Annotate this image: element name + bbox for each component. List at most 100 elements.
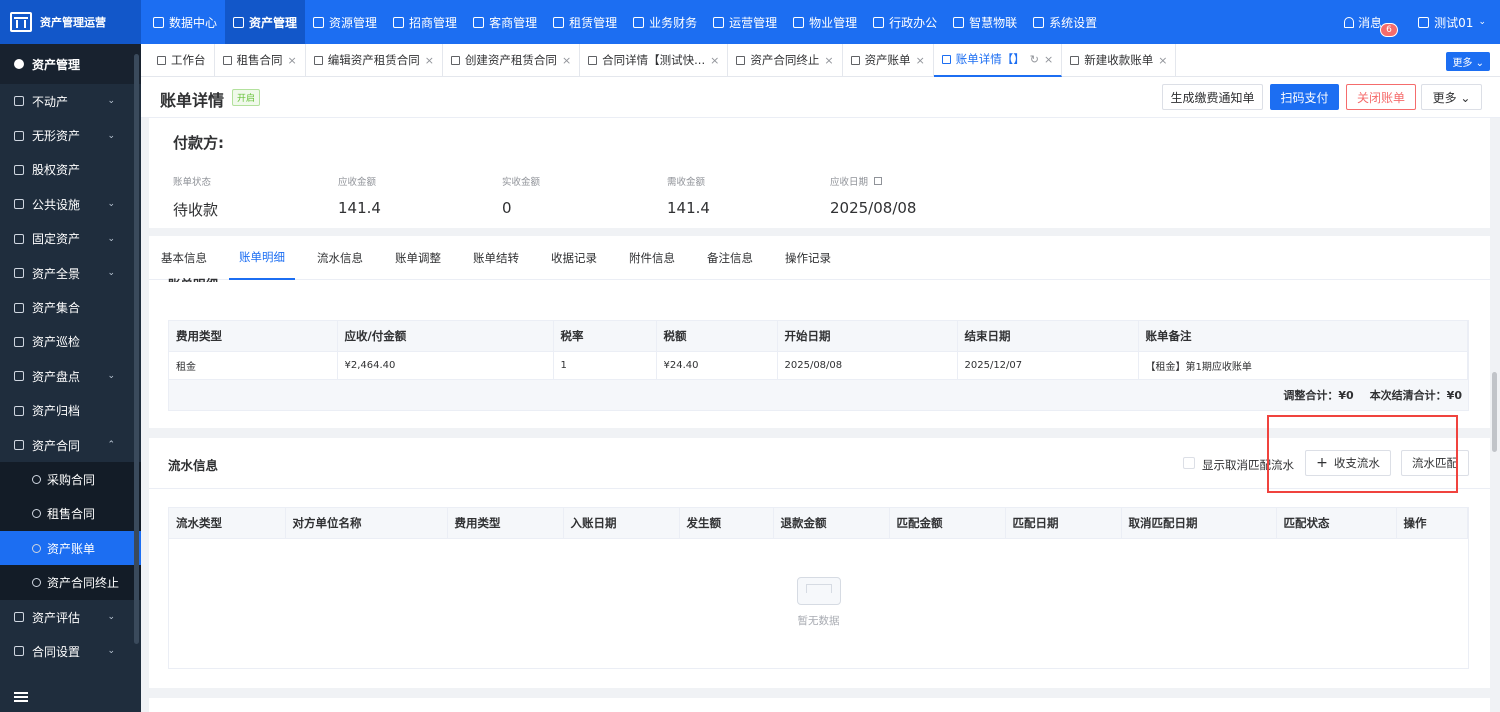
close-icon[interactable]: × xyxy=(916,54,925,67)
stat-value: 141.4 xyxy=(338,199,381,217)
topnav-label: 行政办公 xyxy=(889,15,938,30)
sidebar-item[interactable]: 资产巡检 xyxy=(0,325,141,359)
menu-icon xyxy=(14,336,24,347)
chevron-icon: ⌄ xyxy=(107,371,115,382)
document-icon xyxy=(850,55,860,65)
page-tab-label: 租售合同 xyxy=(236,53,283,67)
detail-tab[interactable]: 操作记录 xyxy=(775,236,841,280)
detail-tab[interactable]: 流水信息 xyxy=(307,236,373,280)
sidebar-header: 资产管理 xyxy=(0,44,141,84)
topnav-item[interactable]: 资产管理 xyxy=(225,0,306,44)
topnav-item[interactable]: 智慧物联 xyxy=(945,0,1025,44)
topnav-item[interactable]: 资源管理 xyxy=(305,0,385,44)
close-icon[interactable]: × xyxy=(824,54,833,67)
sidebar-item[interactable]: 无形资产 ⌄ xyxy=(0,118,141,152)
scan-pay-button[interactable]: 扫码支付 xyxy=(1270,84,1339,110)
sidebar-item[interactable]: 公共设施 ⌄ xyxy=(0,187,141,221)
page-tab[interactable]: 工作台 xyxy=(149,43,215,77)
refresh-icon[interactable]: ↻ xyxy=(1030,53,1039,66)
stat-label-row: 需收金额 xyxy=(667,174,710,188)
detail-tab[interactable]: 附件信息 xyxy=(619,236,685,280)
more-actions-button[interactable]: 更多 ⌄ xyxy=(1421,84,1482,110)
detail-tab[interactable]: 基本信息 xyxy=(151,236,217,280)
page-tab[interactable]: 创建资产租赁合同 × xyxy=(443,43,581,77)
detail-tab[interactable]: 账单调整 xyxy=(385,236,451,280)
sidebar-item[interactable]: 资产归档 xyxy=(0,394,141,428)
bill-detail-table: 费用类型 应收/付金额 税率 税额 开始日期 结束日期 账单备注 租金 ¥2,464.40 1 ¥… xyxy=(168,320,1469,411)
messages-label: 消息 xyxy=(1358,15,1383,30)
sidebar-item[interactable]: 资产全景 ⌄ xyxy=(0,256,141,290)
topnav-item[interactable]: 租赁管理 xyxy=(545,0,625,44)
table-header-cell: 取消匹配日期 xyxy=(1121,508,1277,539)
topnav-item[interactable]: 运营管理 xyxy=(705,0,785,44)
detail-tab[interactable]: 账单明细 xyxy=(229,236,295,280)
topnav-item[interactable]: 行政办公 xyxy=(865,0,945,44)
document-icon xyxy=(222,55,232,65)
sidebar-item[interactable]: 资产合同 ⌃ xyxy=(0,428,141,462)
table-cell: 【租金】第1期应收账单 xyxy=(1138,351,1468,380)
messages-button[interactable]: 消息 6 xyxy=(1344,14,1398,37)
page-tab[interactable]: 资产账单 × xyxy=(843,43,934,77)
sidebar-item[interactable]: 固定资产 ⌄ xyxy=(0,222,141,256)
sidebar-scrollbar[interactable] xyxy=(134,54,139,644)
detail-tab[interactable]: 收据记录 xyxy=(541,236,607,280)
detail-tab[interactable]: 账单结转 xyxy=(463,236,529,280)
page-tab[interactable]: 编辑资产租赁合同 × xyxy=(306,43,443,77)
table-header-cell: 匹配金额 xyxy=(889,508,1006,539)
adjust-total: 调整合计：¥0 xyxy=(1283,388,1354,402)
highlight-box xyxy=(1267,415,1458,493)
page-tab-label: 合同详情【测试快... xyxy=(602,53,706,67)
menu-icon xyxy=(14,130,24,141)
topnav-item[interactable]: 业务财务 xyxy=(625,0,705,44)
edit-icon[interactable] xyxy=(874,177,883,185)
stat-item: 应收日期 2025/08/08 xyxy=(830,174,916,217)
close-icon[interactable]: × xyxy=(1044,53,1053,66)
topnav-item[interactable]: 数据中心 xyxy=(145,0,225,44)
close-icon[interactable]: × xyxy=(562,54,571,67)
bell-icon xyxy=(1344,16,1355,28)
user-menu[interactable]: 测试01 ⌄ xyxy=(1418,0,1486,44)
topnav-item[interactable]: 系统设置 xyxy=(1025,0,1105,44)
page-tab[interactable]: 租售合同 × xyxy=(215,43,306,77)
brand[interactable]: 资产管理运营 xyxy=(0,0,141,44)
page-tab[interactable]: 新建收款账单 × xyxy=(1062,43,1177,77)
topnav-item[interactable]: 客商管理 xyxy=(465,0,545,44)
topnav-label: 资产管理 xyxy=(249,15,298,30)
stat-value: 2025/08/08 xyxy=(830,199,917,217)
close-bill-button[interactable]: 关闭账单 xyxy=(1346,84,1416,110)
topnav-item[interactable]: 招商管理 xyxy=(385,0,465,44)
close-icon[interactable]: × xyxy=(1158,54,1167,67)
sidebar-subitem[interactable]: 资产账单 xyxy=(0,531,141,566)
sidebar-item[interactable]: 合同设置 ⌄ xyxy=(0,634,141,668)
sidebar-item[interactable]: 资产评估 ⌄ xyxy=(0,600,141,634)
close-icon[interactable]: × xyxy=(425,54,434,67)
sidebar-subitem[interactable]: 资产合同终止 xyxy=(0,565,141,600)
show-cancelled-checkbox[interactable] xyxy=(1183,457,1195,469)
page-tab[interactable]: 合同详情【测试快... × xyxy=(580,43,729,77)
sidebar-item[interactable]: 资产集合 xyxy=(0,290,141,324)
page-tab[interactable]: 资产合同终止 × xyxy=(728,43,843,77)
flow-section-title: 流水信息 xyxy=(168,458,219,473)
sidebar-subitem[interactable]: 采购合同 xyxy=(0,462,141,497)
close-icon[interactable]: × xyxy=(710,54,719,67)
detail-tab[interactable]: 备注信息 xyxy=(697,236,763,280)
flow-table: 流水类型 对方单位名称 费用类型 入账日期 发生额 退款金额 匹配金额 匹配日期 取消匹配日期匹… xyxy=(168,507,1469,669)
sidebar-item[interactable]: 不动产 ⌄ xyxy=(0,84,141,118)
sidebar-item[interactable]: 资产盘点 ⌄ xyxy=(0,359,141,393)
topnav-label: 业务财务 xyxy=(649,15,698,30)
page-scrollbar[interactable] xyxy=(1492,372,1497,452)
topnav-item[interactable]: 物业管理 xyxy=(785,0,865,44)
document-icon xyxy=(157,55,166,65)
stat-label: 应收金额 xyxy=(338,177,377,188)
tabs-more-button[interactable]: 更多 ⌄ xyxy=(1446,52,1490,71)
stat-label-row: 应收金额 xyxy=(338,174,381,188)
close-icon[interactable]: × xyxy=(288,54,297,67)
sidebar-subitem[interactable]: 租售合同 xyxy=(0,496,141,532)
generate-notice-button[interactable]: 生成缴费通知单 xyxy=(1162,84,1263,110)
document-icon xyxy=(941,54,951,64)
sidebar-item[interactable]: 股权资产 xyxy=(0,153,141,187)
collapse-menu-icon[interactable] xyxy=(14,692,28,702)
sidebar-item-label: 固定资产 xyxy=(32,232,81,247)
table-cell: 租金 xyxy=(169,351,338,380)
page-tab[interactable]: 账单详情【】 ↻ × xyxy=(933,43,1063,77)
